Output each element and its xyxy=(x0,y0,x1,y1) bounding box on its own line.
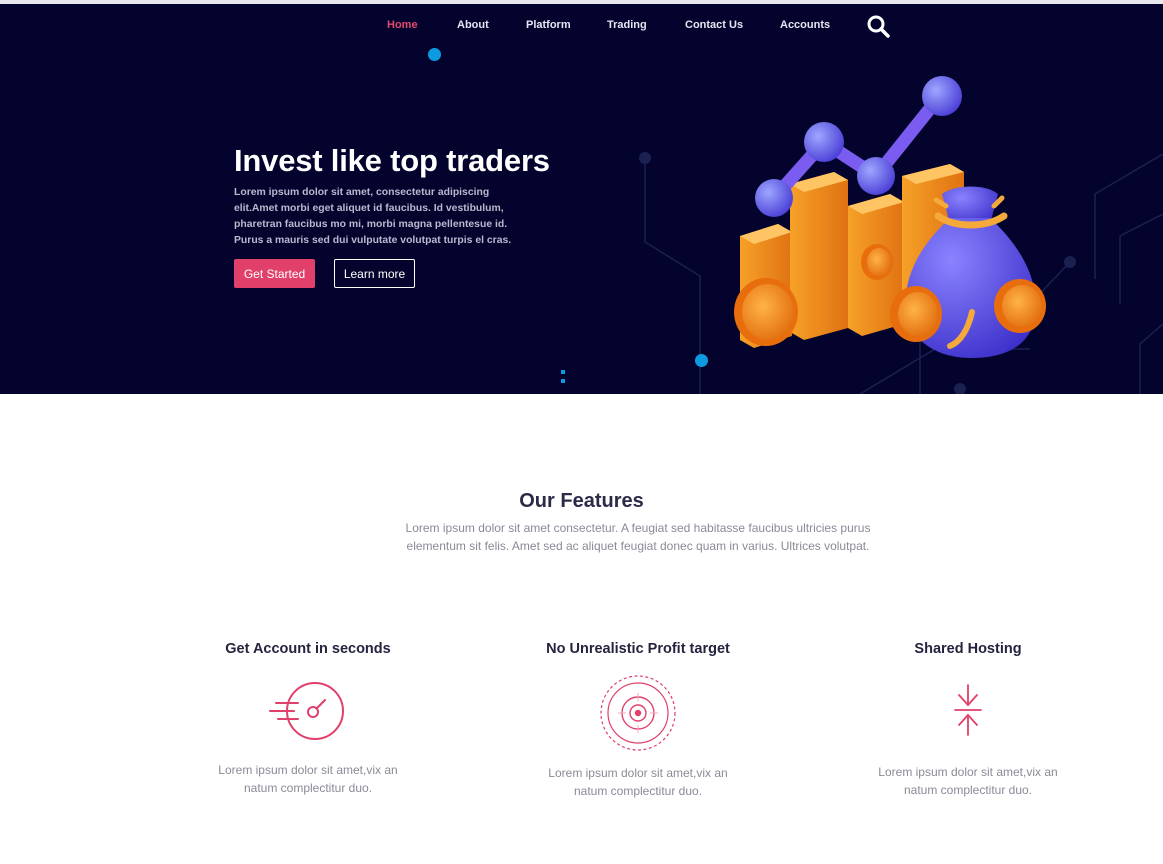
nav-about[interactable]: About xyxy=(457,18,489,32)
features-title: Our Features xyxy=(519,490,644,512)
nav-accounts[interactable]: Accounts xyxy=(780,18,830,32)
feature-text: Lorem ipsum dolor sit amet,vix an natum … xyxy=(218,763,398,795)
target-icon xyxy=(600,675,676,751)
hero-section: Home About Platform Trading Contact Us A… xyxy=(0,4,1163,394)
decor-square xyxy=(561,370,565,374)
feature-text: Lorem ipsum dolor sit amet,vix an natum … xyxy=(878,765,1058,797)
decor-dot xyxy=(695,354,708,367)
speedometer-icon xyxy=(269,682,344,740)
decor-dot xyxy=(428,48,441,61)
nav-platform[interactable]: Platform xyxy=(526,18,571,32)
feature-text: Lorem ipsum dolor sit amet,vix an natum … xyxy=(548,766,728,798)
nav-trading[interactable]: Trading xyxy=(607,18,647,32)
nav-home[interactable]: Home xyxy=(387,18,418,32)
main-nav: Home About Platform Trading Contact Us A… xyxy=(0,18,1163,42)
feature-title: Get Account in seconds xyxy=(225,641,391,657)
search-icon[interactable] xyxy=(865,13,891,39)
compress-arrows-icon xyxy=(954,684,982,736)
hero-description: Lorem ipsum dolor sit amet, consectetur … xyxy=(234,187,512,246)
feature-card: Shared Hosting Lorem ipsum dolor sit ame… xyxy=(848,641,1088,797)
feature-card: Get Account in seconds Lorem ipsum dolor… xyxy=(188,641,428,795)
features-description: Lorem ipsum dolor sit amet consectetur. … xyxy=(405,521,871,553)
learn-more-button[interactable]: Learn more xyxy=(334,259,415,288)
hero-title: Invest like top traders xyxy=(234,143,550,178)
get-started-button[interactable]: Get Started xyxy=(234,259,315,288)
feature-card: No Unrealistic Profit target Lorem ipsum… xyxy=(518,641,758,798)
nav-contact-us[interactable]: Contact Us xyxy=(685,18,743,32)
decor-square xyxy=(561,379,565,383)
feature-title: No Unrealistic Profit target xyxy=(546,641,730,657)
chart-moneybag-illustration xyxy=(734,76,1046,358)
feature-title: Shared Hosting xyxy=(914,641,1022,657)
